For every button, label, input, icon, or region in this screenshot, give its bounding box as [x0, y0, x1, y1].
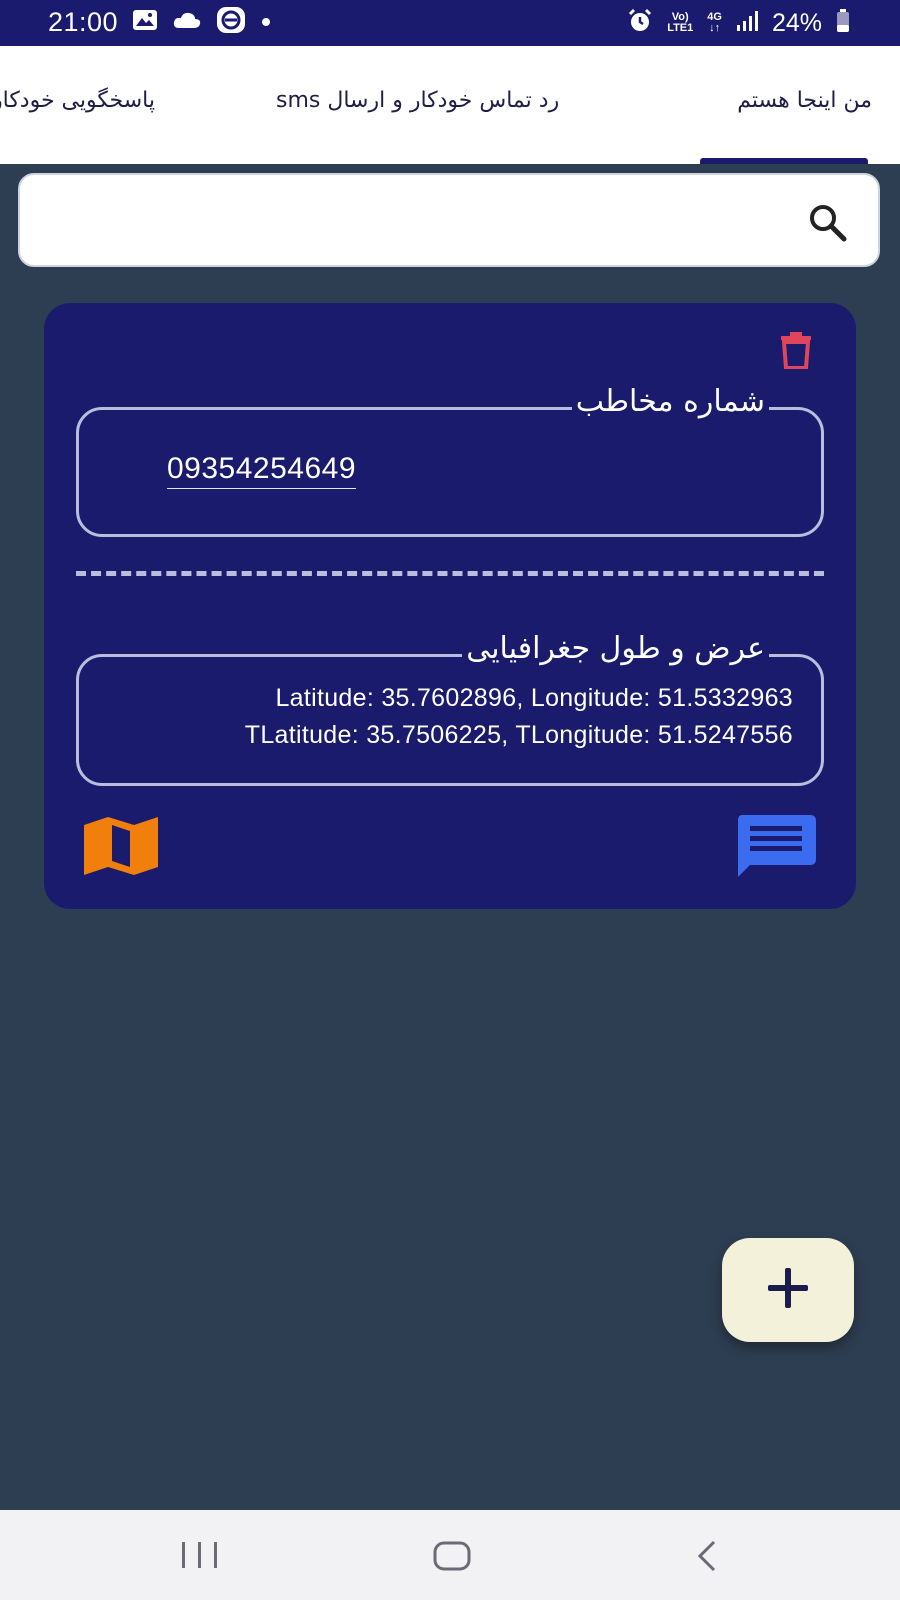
status-right: Vo) LTE1 4G ↓↑ 24% — [627, 8, 850, 38]
phone-field-label: شماره مخاطب — [571, 384, 769, 420]
add-button[interactable] — [722, 1238, 854, 1342]
geo-target-coordinates: TLatitude: 35.7506225, TLongitude: 51.52… — [244, 721, 793, 749]
back-icon[interactable] — [694, 1540, 720, 1576]
tab-here[interactable]: من اینجا هستم — [737, 88, 872, 113]
signal-icon — [736, 10, 758, 36]
volte-bottom: LTE1 — [667, 22, 694, 34]
geo-field: عرض و طول جغرافیایی Latitude: 35.7602896… — [76, 631, 824, 786]
4g-icon: 4G ↓↑ — [707, 12, 722, 34]
battery-icon — [836, 9, 850, 37]
browser-icon — [216, 6, 246, 38]
geo-field-label: عرض و طول جغرافیایی — [462, 631, 769, 667]
map-icon[interactable] — [84, 817, 158, 879]
plus-icon — [766, 1266, 810, 1314]
recents-icon[interactable] — [180, 1540, 220, 1574]
phone-field[interactable]: شماره مخاطب 09354254649 — [76, 384, 824, 537]
battery-percent: 24% — [771, 8, 822, 37]
tab-indicator — [700, 158, 868, 164]
location-card: شماره مخاطب 09354254649 عرض و طول جغرافی… — [44, 303, 856, 909]
geo-coordinates: Latitude: 35.7602896, Longitude: 51.5332… — [275, 684, 793, 712]
image-icon — [132, 9, 158, 35]
phone-value[interactable]: 09354254649 — [167, 452, 357, 489]
message-icon[interactable] — [736, 815, 816, 881]
status-bar: 21:00 Vo) LTE1 4G ↓↑ 24% — [0, 0, 900, 46]
data-arrows-icon: ↓↑ — [709, 22, 721, 34]
status-left: 21:00 — [48, 6, 272, 38]
dashed-divider — [76, 571, 824, 576]
delete-icon[interactable] — [780, 331, 812, 373]
dot-icon — [260, 13, 272, 32]
tab-auto-reject-sms[interactable]: رد تماس خودکار و ارسال sms — [276, 88, 559, 113]
search-input[interactable] — [18, 173, 880, 267]
tab-bar: من اینجا هستم رد تماس خودکار و ارسال sms… — [0, 46, 900, 164]
volte-icon: Vo) LTE1 — [667, 12, 693, 34]
tab-auto-answer[interactable]: پاسخگویی خودکار — [0, 88, 155, 113]
system-nav-bar — [0, 1510, 900, 1600]
alarm-icon — [627, 8, 653, 38]
status-time: 21:00 — [48, 6, 119, 37]
home-icon[interactable] — [432, 1540, 472, 1576]
search-icon[interactable] — [806, 201, 848, 247]
cloud-icon — [172, 10, 202, 34]
